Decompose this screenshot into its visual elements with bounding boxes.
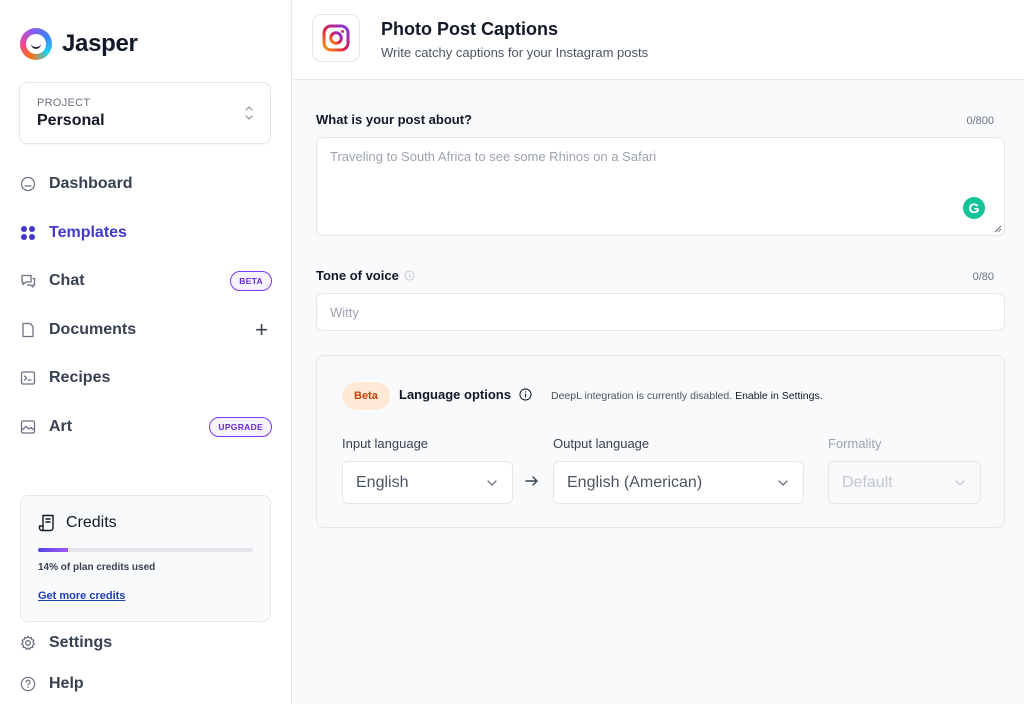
- project-label: PROJECT: [37, 97, 91, 109]
- project-selector[interactable]: PROJECT Personal: [19, 82, 271, 144]
- nav-label-help: Help: [49, 674, 84, 692]
- document-icon: [20, 322, 36, 338]
- nav-item-recipes[interactable]: Recipes: [20, 354, 272, 403]
- deepl-note: DeepL integration is currently disabled.…: [551, 390, 823, 402]
- formality-value: Default: [842, 473, 893, 491]
- post-about-textarea[interactable]: Traveling to South Africa to see some Rh…: [316, 137, 1005, 236]
- nav-item-help[interactable]: Help: [20, 663, 272, 704]
- tone-label: Tone of voice: [316, 268, 415, 283]
- language-options-panel: Beta Language options DeepL integration …: [316, 355, 1005, 528]
- arrow-right-icon: [525, 476, 538, 486]
- formality-label: Formality: [828, 436, 882, 451]
- nav-label-art: Art: [49, 417, 73, 435]
- chevron-down-icon: [487, 480, 497, 486]
- tone-label-text: Tone of voice: [316, 268, 399, 283]
- output-language-value: English (American): [567, 473, 703, 491]
- chevron-up-down-icon: [245, 106, 253, 120]
- post-about-label: What is your post about?: [316, 112, 472, 127]
- main-content: Photo Post Captions Write catchy caption…: [293, 0, 1024, 704]
- jasper-logo-icon: [20, 28, 52, 60]
- gear-icon: [20, 635, 36, 651]
- nav-item-chat[interactable]: Chat BETA: [20, 257, 272, 306]
- post-about-count: 0/800: [966, 115, 994, 127]
- home-icon: [20, 176, 36, 192]
- receipt-icon: [38, 514, 54, 532]
- nav-item-art[interactable]: Art UPGRADE: [20, 403, 272, 452]
- nav-label-recipes: Recipes: [49, 369, 111, 387]
- bottom-nav: Settings Help: [20, 622, 272, 704]
- output-language-label: Output language: [553, 436, 650, 451]
- beta-badge: BETA: [230, 271, 272, 292]
- nav-item-documents[interactable]: Documents +: [20, 306, 272, 355]
- formality-select: Default: [828, 461, 981, 504]
- chevron-down-icon: [778, 480, 788, 486]
- chevron-down-icon: [955, 480, 965, 486]
- input-language-label: Input language: [342, 436, 429, 451]
- template-header: Photo Post Captions Write catchy caption…: [293, 0, 1024, 80]
- nav-label-settings: Settings: [49, 633, 113, 651]
- nav-label-templates: Templates: [49, 223, 127, 241]
- credits-used-text: 14% of plan credits used: [38, 562, 156, 573]
- tone-input[interactable]: Witty: [316, 293, 1005, 331]
- enable-in-settings-link[interactable]: Enable in Settings.: [735, 390, 823, 402]
- nav-item-dashboard[interactable]: Dashboard: [20, 160, 272, 209]
- instagram-icon: [312, 14, 360, 62]
- nav-label-chat: Chat: [49, 272, 85, 290]
- info-icon[interactable]: [519, 388, 532, 401]
- credits-card: Credits 14% of plan credits used Get mor…: [20, 495, 271, 622]
- project-value: Personal: [37, 112, 105, 129]
- tone-count: 0/80: [972, 271, 994, 283]
- output-language-select[interactable]: English (American): [553, 461, 804, 504]
- grid-icon: [20, 225, 36, 241]
- add-document-button[interactable]: +: [255, 317, 268, 343]
- input-language-value: English: [356, 473, 409, 491]
- template-subtitle: Write catchy captions for your Instagram…: [381, 45, 649, 60]
- chat-icon: [20, 273, 36, 289]
- credits-header: Credits: [38, 514, 253, 532]
- language-options-title-text: Language options: [399, 387, 511, 402]
- resize-handle-icon[interactable]: [994, 225, 1002, 233]
- credits-progress-bar: [38, 548, 253, 552]
- grammarly-icon[interactable]: G: [963, 197, 985, 219]
- beta-badge: Beta: [342, 382, 390, 410]
- get-more-credits-link[interactable]: Get more credits: [38, 590, 125, 602]
- language-options-title: Language options: [399, 387, 532, 402]
- credits-progress-fill: [38, 548, 69, 552]
- help-icon: [20, 676, 36, 692]
- nav-item-templates[interactable]: Templates: [20, 209, 272, 258]
- nav-label-documents: Documents: [49, 320, 137, 338]
- nav-item-settings[interactable]: Settings: [20, 622, 272, 663]
- deepl-note-text: DeepL integration is currently disabled.: [551, 390, 733, 402]
- post-about-placeholder: Traveling to South Africa to see some Rh…: [330, 149, 657, 164]
- nav-label-dashboard: Dashboard: [49, 175, 133, 193]
- jasper-logo[interactable]: Jasper: [20, 28, 138, 60]
- template-title: Photo Post Captions: [381, 19, 558, 39]
- image-icon: [20, 419, 36, 435]
- credits-title: Credits: [66, 514, 117, 531]
- main-nav: Dashboard Templates Chat BETA Documents …: [20, 160, 272, 451]
- sidebar: Jasper PROJECT Personal Dashboard Templa…: [0, 0, 292, 704]
- info-icon[interactable]: [404, 270, 415, 281]
- upgrade-badge[interactable]: UPGRADE: [209, 416, 272, 437]
- input-language-select[interactable]: English: [342, 461, 513, 504]
- terminal-icon: [20, 370, 36, 386]
- post-about-label-text: What is your post about?: [316, 112, 472, 127]
- tone-placeholder: Witty: [330, 304, 359, 320]
- app-name: Jasper: [62, 30, 138, 57]
